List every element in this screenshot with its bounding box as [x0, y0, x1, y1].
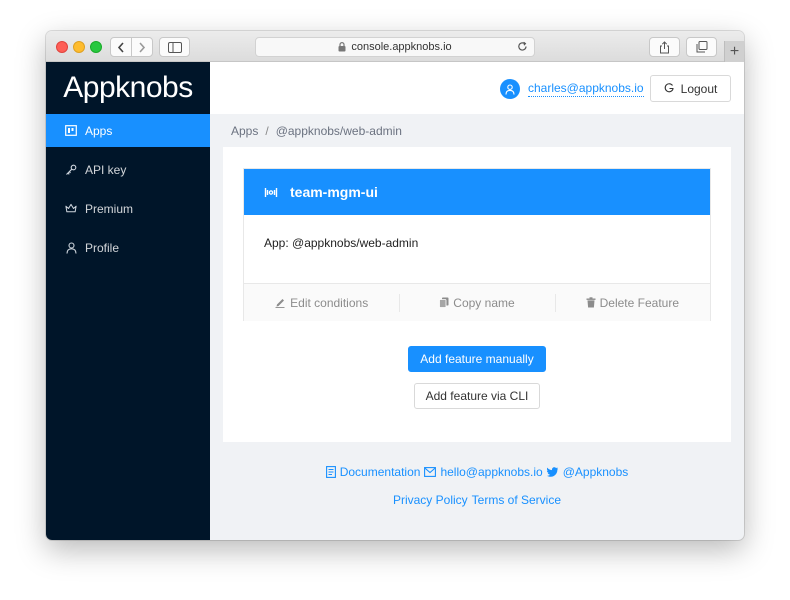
logout-label: Logout [680, 81, 718, 96]
sidebar-item-label: API key [85, 162, 127, 177]
avatar[interactable] [500, 79, 520, 99]
add-feature-manually-button[interactable]: Add feature manually [408, 346, 546, 372]
lock-icon [338, 42, 346, 52]
feature-title: team-mgm-ui [290, 184, 378, 200]
breadcrumb-separator: / [265, 124, 269, 138]
edit-icon [275, 299, 285, 308]
document-icon [325, 466, 336, 478]
copy-icon [439, 297, 449, 308]
sidebar-item-apps[interactable]: Apps [46, 114, 210, 147]
email-link[interactable]: hello@appknobs.io [440, 465, 542, 479]
delete-feature-button[interactable]: Delete Feature [554, 284, 710, 321]
brand-logo[interactable]: Appknobs [46, 62, 210, 114]
edit-conditions-button[interactable]: Edit conditions [244, 284, 399, 321]
user-icon [505, 83, 515, 95]
logout-button[interactable]: Logout [650, 75, 731, 102]
logo-text: Appknobs [63, 71, 193, 104]
breadcrumb: Apps / @appknobs/web-admin [231, 124, 402, 138]
share-icon [660, 40, 669, 53]
feature-card-header: team-mgm-ui [244, 169, 710, 215]
minimize-window-button[interactable] [73, 41, 85, 53]
forward-button[interactable] [132, 38, 153, 56]
user-icon [65, 241, 77, 254]
sidebar-item-premium[interactable]: Premium [46, 192, 210, 225]
sidebar-menu: Apps API key Premium Profile [46, 114, 210, 264]
apps-icon [65, 125, 77, 137]
sidebar-item-label: Premium [85, 201, 134, 216]
history-nav [110, 37, 153, 57]
twitter-link[interactable]: @Appknobs [563, 465, 629, 479]
share-button[interactable] [649, 37, 680, 57]
back-button[interactable] [111, 38, 132, 56]
privacy-policy-link[interactable]: Privacy Policy [393, 493, 468, 507]
logout-icon [664, 83, 674, 93]
breadcrumb-apps-link[interactable]: Apps [231, 124, 258, 138]
key-icon [65, 164, 77, 176]
sidebar-icon [167, 41, 182, 53]
footer-row-contact: Documentation hello@appknobs.io @Appknob… [210, 464, 744, 480]
reload-icon [518, 41, 527, 51]
chevron-right-icon [139, 41, 145, 53]
edit-conditions-label: Edit conditions [290, 295, 369, 310]
user-email-link[interactable]: charles@appknobs.io [528, 81, 644, 97]
sidebar-item-label: Profile [85, 240, 120, 255]
tabs-icon [696, 41, 707, 53]
documentation-link[interactable]: Documentation [340, 465, 421, 479]
sidebar: Appknobs Apps API key Premium Profile [46, 62, 210, 540]
tabs-overview-button[interactable] [686, 37, 717, 57]
sidebar-item-label: Apps [85, 123, 113, 138]
close-window-button[interactable] [56, 41, 68, 53]
mail-icon [424, 467, 437, 477]
chevron-left-icon [117, 41, 124, 53]
footer: Documentation hello@appknobs.io @Appknob… [210, 464, 744, 508]
sidebar-toggle-button[interactable] [159, 37, 190, 57]
sidebar-item-profile[interactable]: Profile [46, 231, 210, 264]
terms-of-service-link[interactable]: Terms of Service [472, 493, 561, 507]
trash-icon [586, 297, 596, 308]
address-bar[interactable]: console.appknobs.io [255, 37, 535, 57]
address-url: console.appknobs.io [351, 41, 452, 53]
footer-row-legal: Privacy Policy Terms of Service [210, 492, 744, 508]
feature-app-text: App: @appknobs/web-admin [264, 236, 419, 250]
feature-toggle-icon [264, 187, 278, 198]
sidebar-item-api-key[interactable]: API key [46, 153, 210, 186]
feature-card-actions: Edit conditions Copy name Delete Feature [244, 283, 710, 321]
new-tab-button[interactable]: + [724, 41, 744, 62]
reload-button[interactable] [517, 41, 528, 55]
main-content: team-mgm-ui App: @appknobs/web-admin Edi… [223, 147, 731, 442]
breadcrumb-current: @appknobs/web-admin [275, 124, 402, 138]
twitter-icon [546, 467, 559, 477]
feature-card-body: App: @appknobs/web-admin [244, 215, 710, 283]
zoom-window-button[interactable] [90, 41, 102, 53]
top-header: charles@appknobs.io Logout [210, 62, 744, 114]
plus-icon: + [729, 42, 740, 60]
copy-name-button[interactable]: Copy name [399, 284, 554, 321]
feature-card: team-mgm-ui App: @appknobs/web-admin Edi… [243, 168, 711, 321]
browser-titlebar: console.appknobs.io + [46, 31, 744, 62]
crown-icon [65, 203, 77, 215]
browser-window: console.appknobs.io + Appknobs Apps API … [46, 31, 744, 540]
delete-feature-label: Delete Feature [599, 295, 680, 310]
copy-name-label: Copy name [453, 295, 515, 310]
add-feature-cli-button[interactable]: Add feature via CLI [414, 383, 540, 409]
